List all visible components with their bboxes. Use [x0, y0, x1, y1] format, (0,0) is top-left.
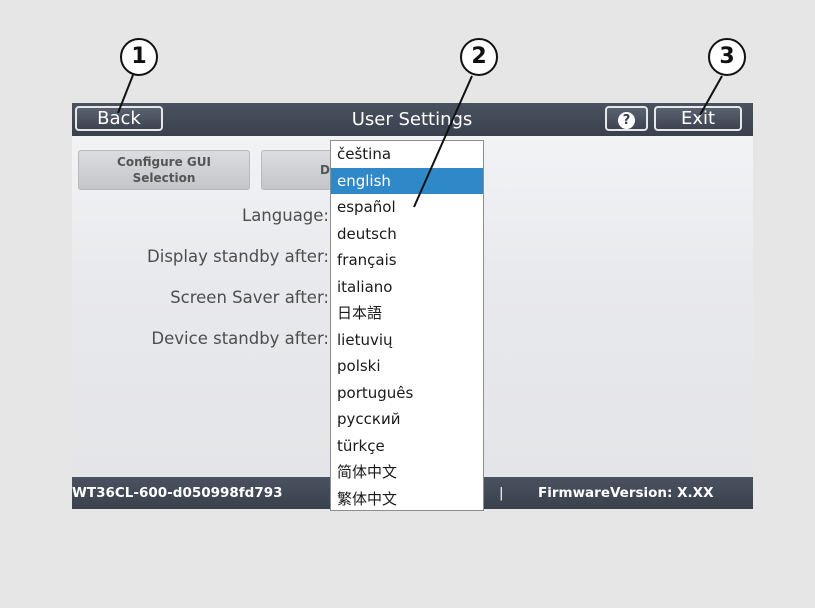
callout-line-1 — [117, 74, 134, 114]
callout-3: 3 — [708, 38, 746, 76]
callout-line-2 — [413, 75, 473, 208]
callout-line-3 — [699, 75, 723, 116]
callout-lines — [117, 74, 723, 208]
callout-2: 2 — [460, 38, 498, 76]
callout-1: 1 — [120, 38, 158, 76]
